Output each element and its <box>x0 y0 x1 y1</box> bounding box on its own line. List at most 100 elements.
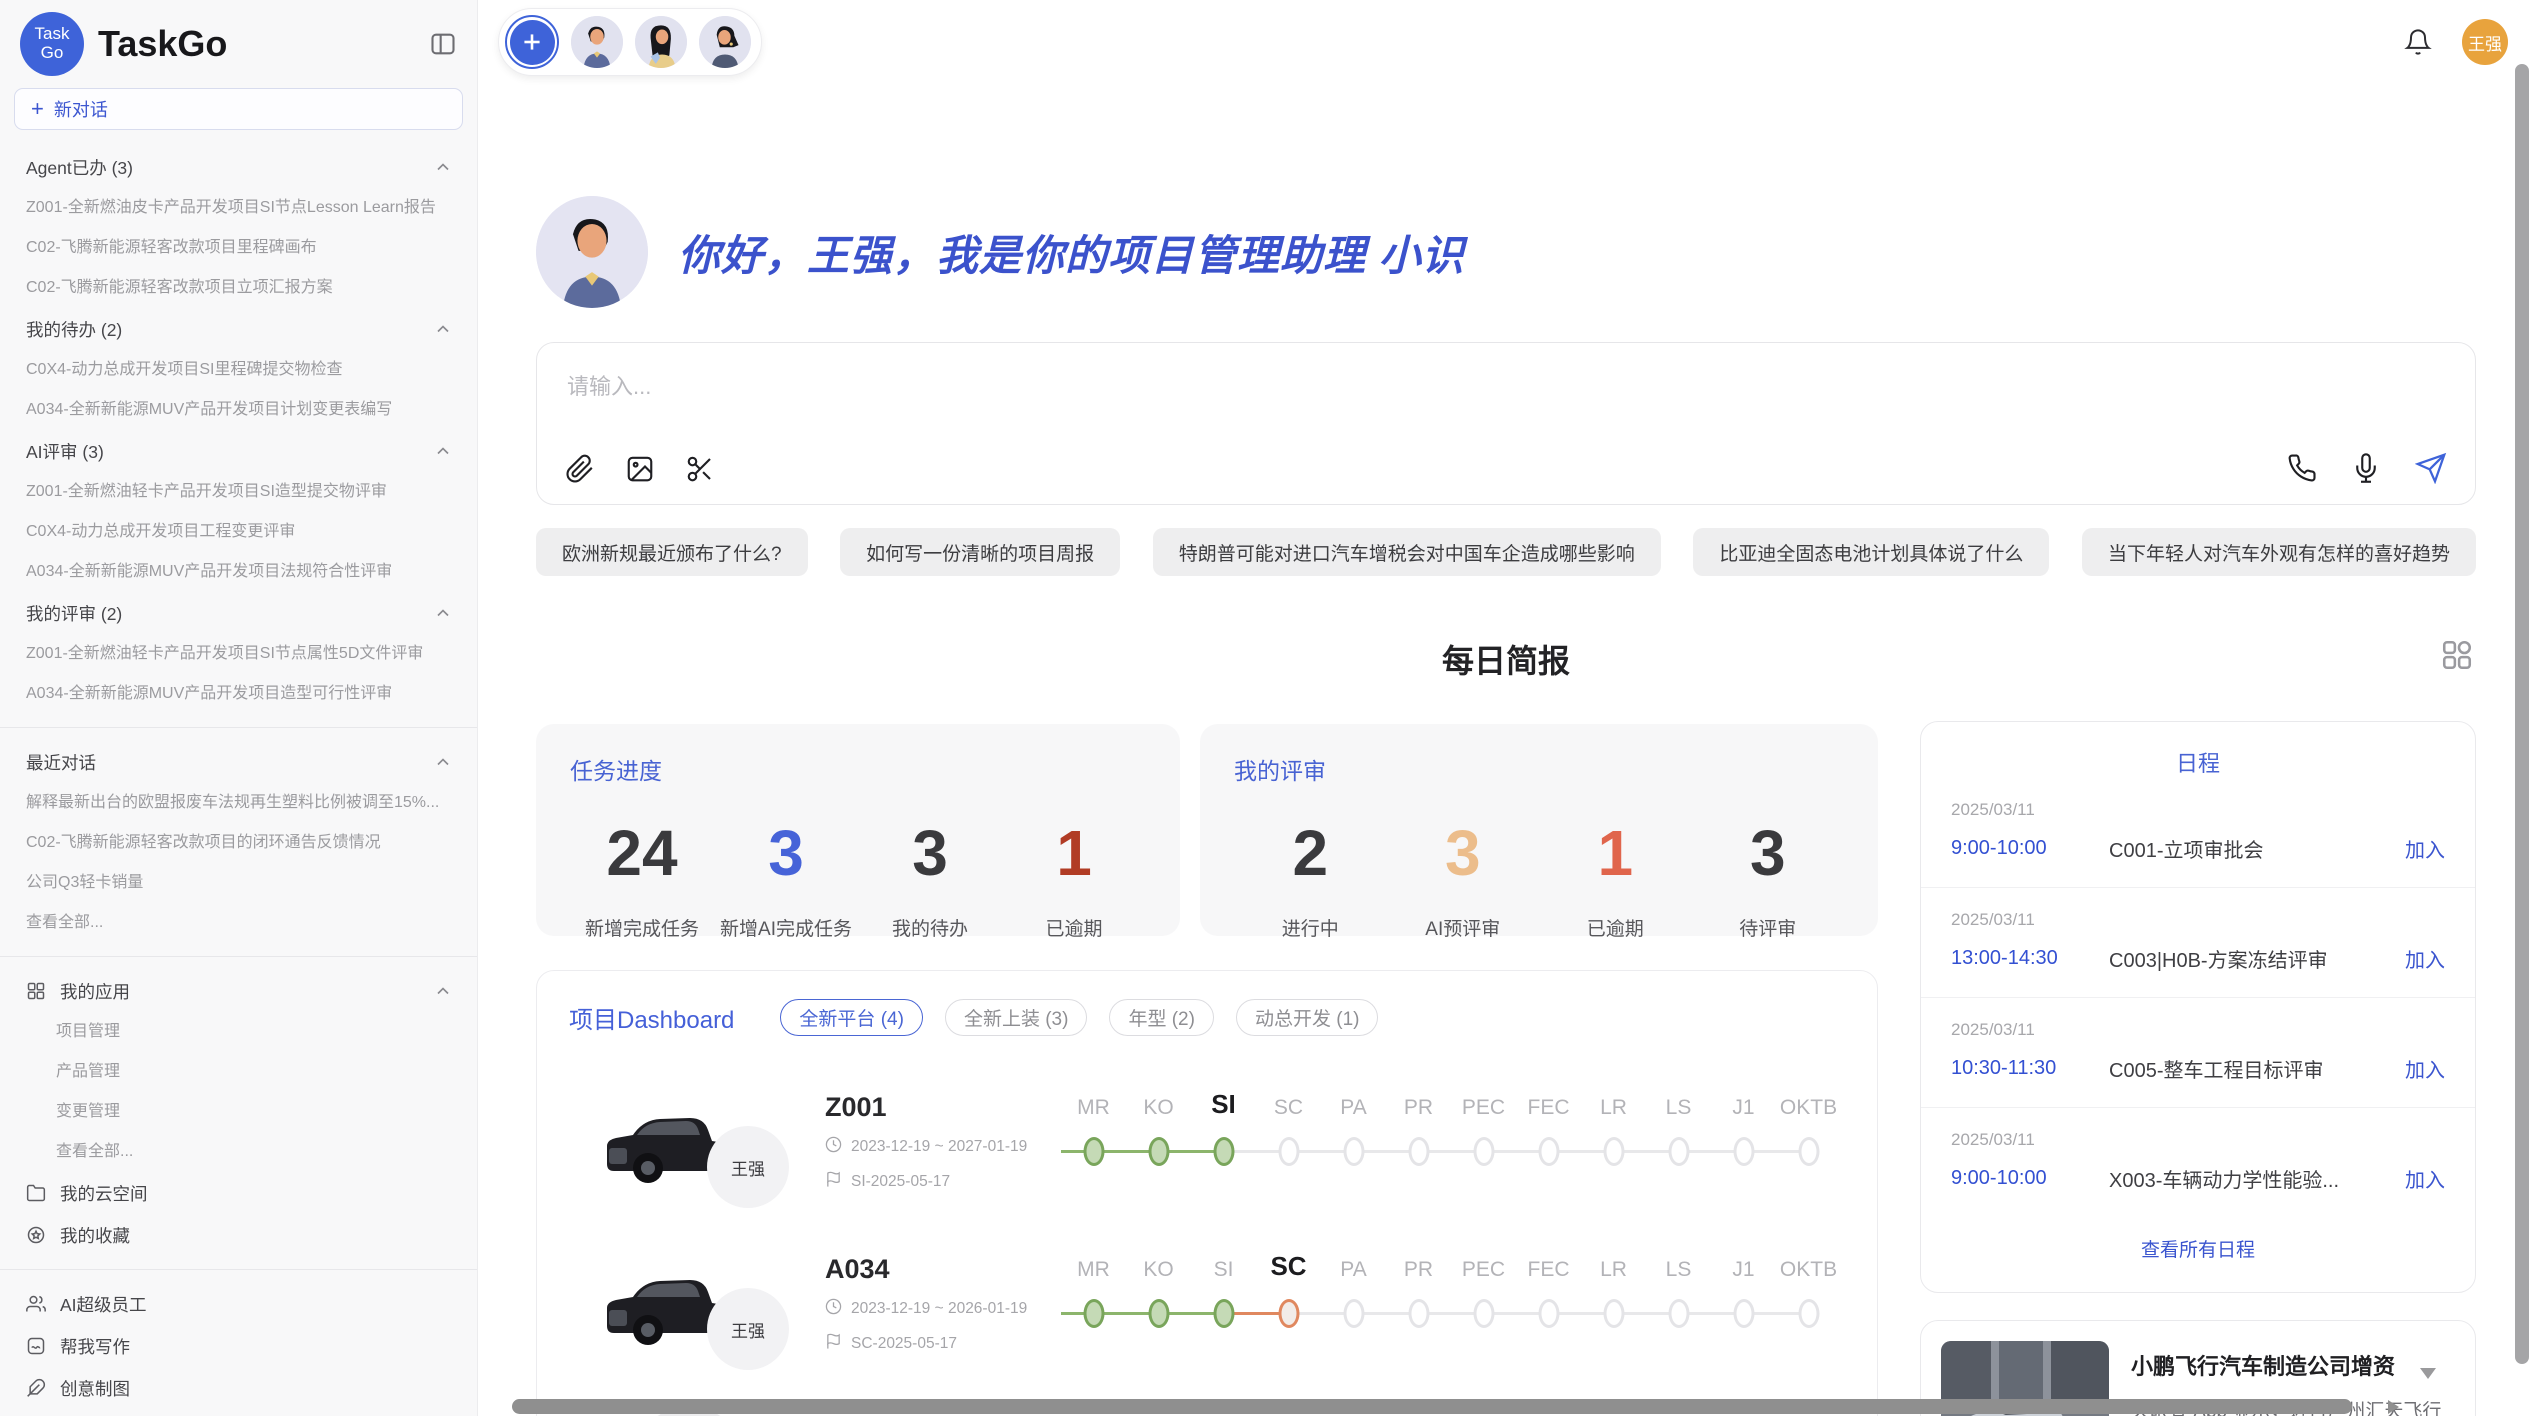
schedule-card: 日程 2025/03/119:00-10:00C001-立项审批会加入2025/… <box>1920 721 2476 1293</box>
project-row: 王强A0342023-12-19 ~ 2026-01-19SC-2025-05-… <box>537 1244 1877 1406</box>
sidebar-task-item[interactable]: Z001-全新燃油皮卡产品开发项目SI节点Lesson Learn报告 <box>0 188 477 228</box>
join-link[interactable]: 加入 <box>2405 944 2445 973</box>
schedule-view-all-link[interactable]: 查看所有日程 <box>1921 1235 2475 1262</box>
chevron-up-icon[interactable] <box>433 981 453 1001</box>
sidebar-task-item[interactable]: A034-全新新能源MUV产品开发项目造型可行性评审 <box>0 674 477 714</box>
dashboard-header: 项目Dashboard 全新平台 (4)全新上装 (3)年型 (2)动总开发 (… <box>537 971 1877 1036</box>
sidebar-item-help-me-write[interactable]: 帮我写作 <box>0 1325 477 1367</box>
stat-value: 24 <box>570 816 714 890</box>
recent-view-all[interactable]: 查看全部... <box>0 903 477 943</box>
recent-conversation-item[interactable]: 解释最新出台的欧盟报废车法规再生塑料比例被调至15%... <box>0 783 477 823</box>
join-link[interactable]: 加入 <box>2405 834 2445 863</box>
milestone-track: MRKOSISCPAPRPECFECLRLSJ1OKTB <box>1061 1244 1841 1406</box>
horizontal-scrollbar[interactable] <box>512 1399 2352 1414</box>
sidebar-item-my-apps[interactable]: 我的应用 <box>0 970 477 1012</box>
section-label: Agent已办 (3) <box>26 155 133 180</box>
scroll-down-arrow[interactable] <box>2420 1368 2436 1379</box>
dashboard-filter-chip[interactable]: 动总开发 (1) <box>1236 999 1379 1036</box>
logo-line1: Task <box>35 25 70 44</box>
sidebar-item-favorites[interactable]: 我的收藏 <box>0 1214 477 1256</box>
milestone: LS <box>1646 1246 1711 1406</box>
sidebar-task-item[interactable]: Z001-全新燃油轻卡产品开发项目SI节点属性5D文件评审 <box>0 634 477 674</box>
app-item[interactable]: 产品管理 <box>0 1052 477 1092</box>
collapse-sidebar-icon[interactable] <box>429 30 457 58</box>
flag-text: SI-2025-05-17 <box>851 1173 950 1191</box>
milestone-label: PA <box>1340 1084 1366 1120</box>
sidebar-task-item[interactable]: C02-飞腾新能源轻客改款项目立项汇报方案 <box>0 268 477 308</box>
suggestion-chip[interactable]: 比亚迪全固态电池计划具体说了什么 <box>1693 528 2049 576</box>
milestone: KO <box>1126 1084 1191 1244</box>
notifications-bell-icon[interactable] <box>2404 28 2432 56</box>
chevron-up-icon[interactable] <box>433 752 453 772</box>
sidebar-task-item[interactable]: Z001-全新燃油轻卡产品开发项目SI造型提交物评审 <box>0 472 477 512</box>
app-item[interactable]: 项目管理 <box>0 1012 477 1052</box>
sidebar-task-item[interactable]: A034-全新新能源MUV产品开发项目计划变更表编写 <box>0 390 477 430</box>
conversation-switcher <box>498 8 762 76</box>
sidebar-task-item[interactable]: C0X4-动力总成开发项目SI里程碑提交物检查 <box>0 350 477 390</box>
milestone: PA <box>1321 1246 1386 1406</box>
section-items: Z001-全新燃油轻卡产品开发项目SI节点属性5D文件评审A034-全新新能源M… <box>0 634 477 714</box>
dashboard-filter-chip[interactable]: 全新平台 (4) <box>780 999 923 1036</box>
suggestion-chip[interactable]: 欧洲新规最近颁布了什么? <box>536 528 808 576</box>
sidebar-task-item[interactable]: A034-全新新能源MUV产品开发项目法规符合性评审 <box>0 552 477 592</box>
project-rows: 王强Z0012023-12-19 ~ 2027-01-19SI-2025-05-… <box>537 1082 1877 1406</box>
apps-view-all[interactable]: 查看全部... <box>0 1132 477 1172</box>
milestone-label: OKTB <box>1780 1246 1837 1282</box>
sidebar-item-ai-super-staff[interactable]: AI超级员工 <box>0 1283 477 1325</box>
new-conversation-button[interactable] <box>505 15 559 69</box>
milestone-dot <box>1798 1299 1819 1328</box>
briefing-layout-icon[interactable] <box>2440 638 2474 672</box>
send-icon[interactable] <box>2415 452 2447 484</box>
paperclip-icon[interactable] <box>565 454 595 484</box>
milestone-dot-wrap <box>1711 1290 1776 1338</box>
schedule-item-title: C003|H0B-方案冻结评审 <box>2109 944 2389 973</box>
chevron-up-icon[interactable] <box>433 441 453 461</box>
assistant-avatar-3[interactable] <box>699 16 751 68</box>
sidebar-item-cloud-space[interactable]: 我的云空间 <box>0 1172 477 1214</box>
stat-label: 进行中 <box>1234 914 1387 941</box>
vertical-scrollbar[interactable] <box>2515 64 2529 1364</box>
assistant-avatar-1[interactable] <box>571 16 623 68</box>
sidebar-section-header[interactable]: 我的评审 (2) <box>0 592 477 634</box>
suggestion-chip[interactable]: 当下年轻人对汽车外观有怎样的喜好趋势 <box>2082 528 2476 576</box>
recent-conversation-item[interactable]: 公司Q3轻卡销量 <box>0 863 477 903</box>
milestone-dot-wrap <box>1191 1128 1256 1176</box>
chevron-up-icon[interactable] <box>433 319 453 339</box>
sidebar-section-header[interactable]: AI评审 (3) <box>0 430 477 472</box>
clock-icon <box>825 1136 842 1158</box>
new-chat-button[interactable]: + 新对话 <box>14 88 463 130</box>
dashboard-filter-chip[interactable]: 全新上装 (3) <box>945 999 1088 1036</box>
sidebar-item-creative-drawing[interactable]: 创意制图 <box>0 1367 477 1409</box>
milestone-dot <box>1083 1137 1104 1166</box>
sidebar-task-item[interactable]: C0X4-动力总成开发项目工程变更评审 <box>0 512 477 552</box>
milestone: SI <box>1191 1084 1256 1244</box>
stat-cell: 24 新增完成任务 <box>570 816 714 941</box>
app-item[interactable]: 变更管理 <box>0 1092 477 1132</box>
sidebar-section-recent[interactable]: 最近对话 <box>0 741 477 783</box>
user-avatar[interactable]: 王强 <box>2462 19 2508 65</box>
milestone: LS <box>1646 1084 1711 1244</box>
chevron-up-icon[interactable] <box>433 603 453 623</box>
scroll-right-arrow[interactable] <box>2388 1400 2399 1414</box>
flag-text: SC-2025-05-17 <box>851 1335 957 1353</box>
recent-conversation-item[interactable]: C02-飞腾新能源轻客改款项目的闭环通告反馈情况 <box>0 823 477 863</box>
join-link[interactable]: 加入 <box>2405 1164 2445 1193</box>
message-input[interactable] <box>537 343 2475 433</box>
assistant-avatar-2[interactable] <box>635 16 687 68</box>
phone-call-icon[interactable] <box>2287 453 2317 483</box>
milestone: PEC <box>1451 1084 1516 1244</box>
image-icon[interactable] <box>625 454 655 484</box>
suggestion-chip[interactable]: 特朗普可能对进口汽车增税会对中国车企造成哪些影响 <box>1153 528 1661 576</box>
sidebar-section-header[interactable]: 我的待办 (2) <box>0 308 477 350</box>
sidebar-section-header[interactable]: Agent已办 (3) <box>0 146 477 188</box>
microphone-icon[interactable] <box>2351 453 2381 483</box>
chevron-up-icon[interactable] <box>433 157 453 177</box>
stat-label: 新增完成任务 <box>570 914 714 941</box>
sidebar-task-item[interactable]: C02-飞腾新能源轻客改款项目里程碑画布 <box>0 228 477 268</box>
suggestion-chip[interactable]: 如何写一份清晰的项目周报 <box>840 528 1120 576</box>
dashboard-filter-chip[interactable]: 年型 (2) <box>1109 999 1214 1036</box>
milestone-label: KO <box>1143 1084 1173 1120</box>
scissors-icon[interactable] <box>685 454 715 484</box>
join-link[interactable]: 加入 <box>2405 1054 2445 1083</box>
composer-attachments <box>565 454 715 484</box>
